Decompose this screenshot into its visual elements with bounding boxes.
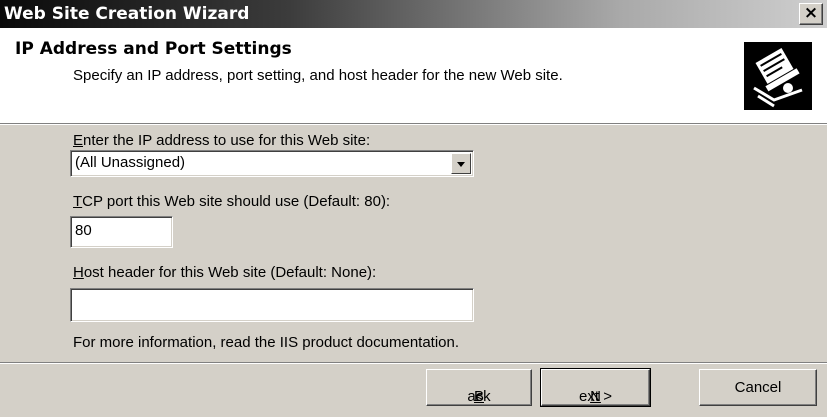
info-text: For more information, read the IIS produ… — [73, 334, 460, 351]
tcp-port-label: TCP port this Web site should use (Defau… — [73, 193, 390, 210]
ip-label-mnemonic: E — [73, 132, 84, 149]
wizard-book-icon — [744, 42, 812, 110]
back-rest: ack — [467, 388, 491, 405]
cancel-button-label: Cancel — [734, 379, 782, 396]
back-button[interactable]: < Back — [426, 369, 532, 406]
host-header-input[interactable] — [70, 288, 474, 322]
next-rest: ext > — [579, 388, 612, 405]
wizard-header: IP Address and Port Settings Specify an … — [0, 28, 827, 123]
title-bar[interactable]: Web Site Creation Wizard × — [0, 0, 827, 28]
ip-address-dropdown[interactable]: (All Unassigned) — [70, 150, 474, 177]
cancel-button[interactable]: Cancel — [699, 369, 817, 406]
ip-address-value: (All Unassigned) — [75, 154, 186, 171]
close-button[interactable]: × — [799, 3, 823, 25]
page-subtitle: Specify an IP address, port setting, and… — [73, 67, 563, 84]
next-button[interactable]: Next > — [540, 368, 651, 407]
chevron-down-icon[interactable] — [451, 153, 471, 174]
window-title: Web Site Creation Wizard — [4, 4, 250, 24]
port-label-mnemonic: T — [73, 193, 83, 210]
close-icon: × — [803, 3, 819, 23]
header-divider-highlight — [0, 124, 827, 125]
ip-address-label: Enter the IP address to use for this Web… — [73, 132, 370, 149]
host-label-text: ost header for this Web site (Default: N… — [83, 264, 377, 281]
tcp-port-input[interactable]: 80 — [70, 216, 173, 248]
wizard-window: Web Site Creation Wizard × IP Address an… — [0, 0, 827, 417]
host-label-mnemonic: H — [73, 264, 84, 281]
ip-label-text: nter the IP address to use for this Web … — [83, 132, 371, 149]
footer-divider-highlight — [0, 363, 827, 364]
page-title: IP Address and Port Settings — [15, 39, 292, 59]
port-label-text: CP port this Web site should use (Defaul… — [82, 193, 391, 210]
host-header-label: Host header for this Web site (Default: … — [73, 264, 376, 281]
tcp-port-value: 80 — [75, 222, 92, 239]
